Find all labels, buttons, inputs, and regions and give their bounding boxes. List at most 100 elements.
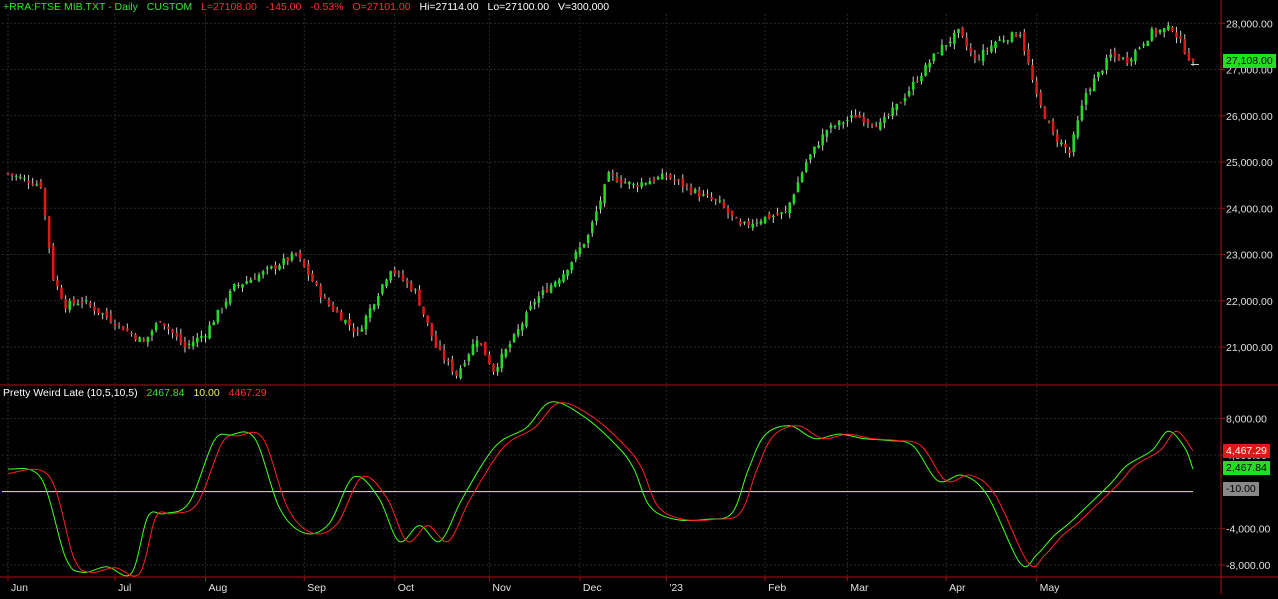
candle-down (665, 175, 668, 177)
candle-down (319, 285, 322, 298)
candle-up (154, 323, 158, 331)
candle-up (187, 343, 191, 345)
candle-up (788, 202, 792, 214)
candle-down (126, 328, 129, 331)
candle-down (1023, 32, 1026, 51)
candle-down (784, 211, 787, 213)
candle-down (426, 315, 429, 324)
candle-up (924, 64, 927, 77)
time-axis-label: Jun (11, 582, 28, 594)
candle-up (249, 279, 253, 283)
candle-down (697, 190, 701, 198)
candle-down (113, 323, 117, 326)
candle-down (936, 52, 940, 54)
candle-up (566, 270, 569, 277)
candle-down (311, 273, 314, 282)
candle-down (80, 302, 84, 304)
candle-down (434, 335, 438, 348)
candle-up (932, 53, 936, 62)
candle-down (730, 210, 734, 216)
candle-down (1051, 121, 1055, 133)
candle-up (344, 320, 347, 323)
candle-up (948, 41, 952, 44)
candle-up (191, 341, 195, 347)
candle-up (1158, 29, 1162, 33)
high-price: Hi=27114.00 (419, 1, 479, 13)
candle-down (274, 264, 277, 269)
candle-up (414, 289, 417, 291)
candle-down (340, 312, 343, 321)
candle-up (891, 107, 894, 116)
candle-down (710, 197, 713, 200)
candle-down (1035, 80, 1038, 94)
candle-up (1006, 40, 1010, 42)
candle-down (669, 174, 672, 179)
candle-down (409, 282, 413, 291)
chart-canvas[interactable]: 21,000.00 22,000.00 23,000.00 24,000.00 25,0… (0, 0, 1278, 594)
candle-up (1080, 105, 1084, 121)
candle-down (545, 288, 549, 293)
candle-up (553, 281, 557, 287)
candle-up (702, 194, 705, 196)
candle-up (521, 323, 524, 331)
candle-down (393, 269, 397, 274)
candle-up (928, 62, 931, 68)
candle-down (1125, 57, 1129, 64)
candle-up (278, 265, 281, 270)
candle-up (809, 154, 812, 160)
candle-down (747, 221, 750, 226)
candle-up (204, 336, 207, 338)
candle-down (1171, 26, 1174, 32)
candle-down (401, 274, 405, 281)
trading-chart[interactable]: 21,000.00 22,000.00 23,000.00 24,000.00 25,0… (0, 0, 1278, 594)
candle-up (68, 300, 71, 310)
candle-up (603, 184, 606, 204)
candle-down (1191, 58, 1195, 62)
candle-down (726, 207, 730, 213)
candle-down (874, 125, 878, 128)
candle-up (1146, 40, 1150, 47)
candle-up (19, 176, 22, 179)
candle-down (492, 364, 495, 372)
candle-up (504, 349, 508, 357)
candle-up (1142, 44, 1145, 46)
candle-up (533, 301, 536, 305)
candle-down (1039, 92, 1043, 106)
candle-up (467, 354, 471, 362)
candle-down (916, 80, 919, 82)
time-axis-label: May (1040, 582, 1061, 594)
candle-down (1175, 32, 1178, 38)
candle-up (84, 300, 88, 302)
fast-line-value-tag: 2,467.84 (1223, 461, 1270, 475)
candle-up (846, 119, 849, 122)
price-tick-label: 22,000.00 (1226, 296, 1273, 308)
candle-down (714, 199, 717, 201)
candle-down (446, 360, 450, 362)
candle-up (35, 184, 39, 186)
candle-up (879, 122, 882, 130)
candle-up (903, 97, 907, 102)
candle-down (615, 176, 619, 182)
candle-up (829, 124, 833, 129)
candle-down (854, 115, 857, 118)
candle-down (1055, 134, 1059, 142)
candle-down (681, 178, 685, 187)
candle-down (1043, 107, 1047, 119)
candle-up (1002, 40, 1006, 42)
candle-up (1018, 34, 1022, 36)
last-price: L=27108.00 (201, 1, 257, 13)
candle-up (578, 247, 582, 254)
candle-down (479, 343, 483, 345)
indicator-fast-line (7, 401, 1194, 577)
candle-up (582, 244, 586, 248)
candle-down (405, 280, 409, 283)
candle-down (899, 102, 903, 104)
candle-up (14, 175, 18, 177)
candle-up (1150, 28, 1154, 41)
candle-up (743, 221, 746, 224)
candle-up (463, 363, 466, 366)
candle-up (381, 284, 384, 294)
candle-up (628, 181, 631, 185)
candle-up (101, 313, 104, 315)
candle-up (821, 134, 824, 146)
